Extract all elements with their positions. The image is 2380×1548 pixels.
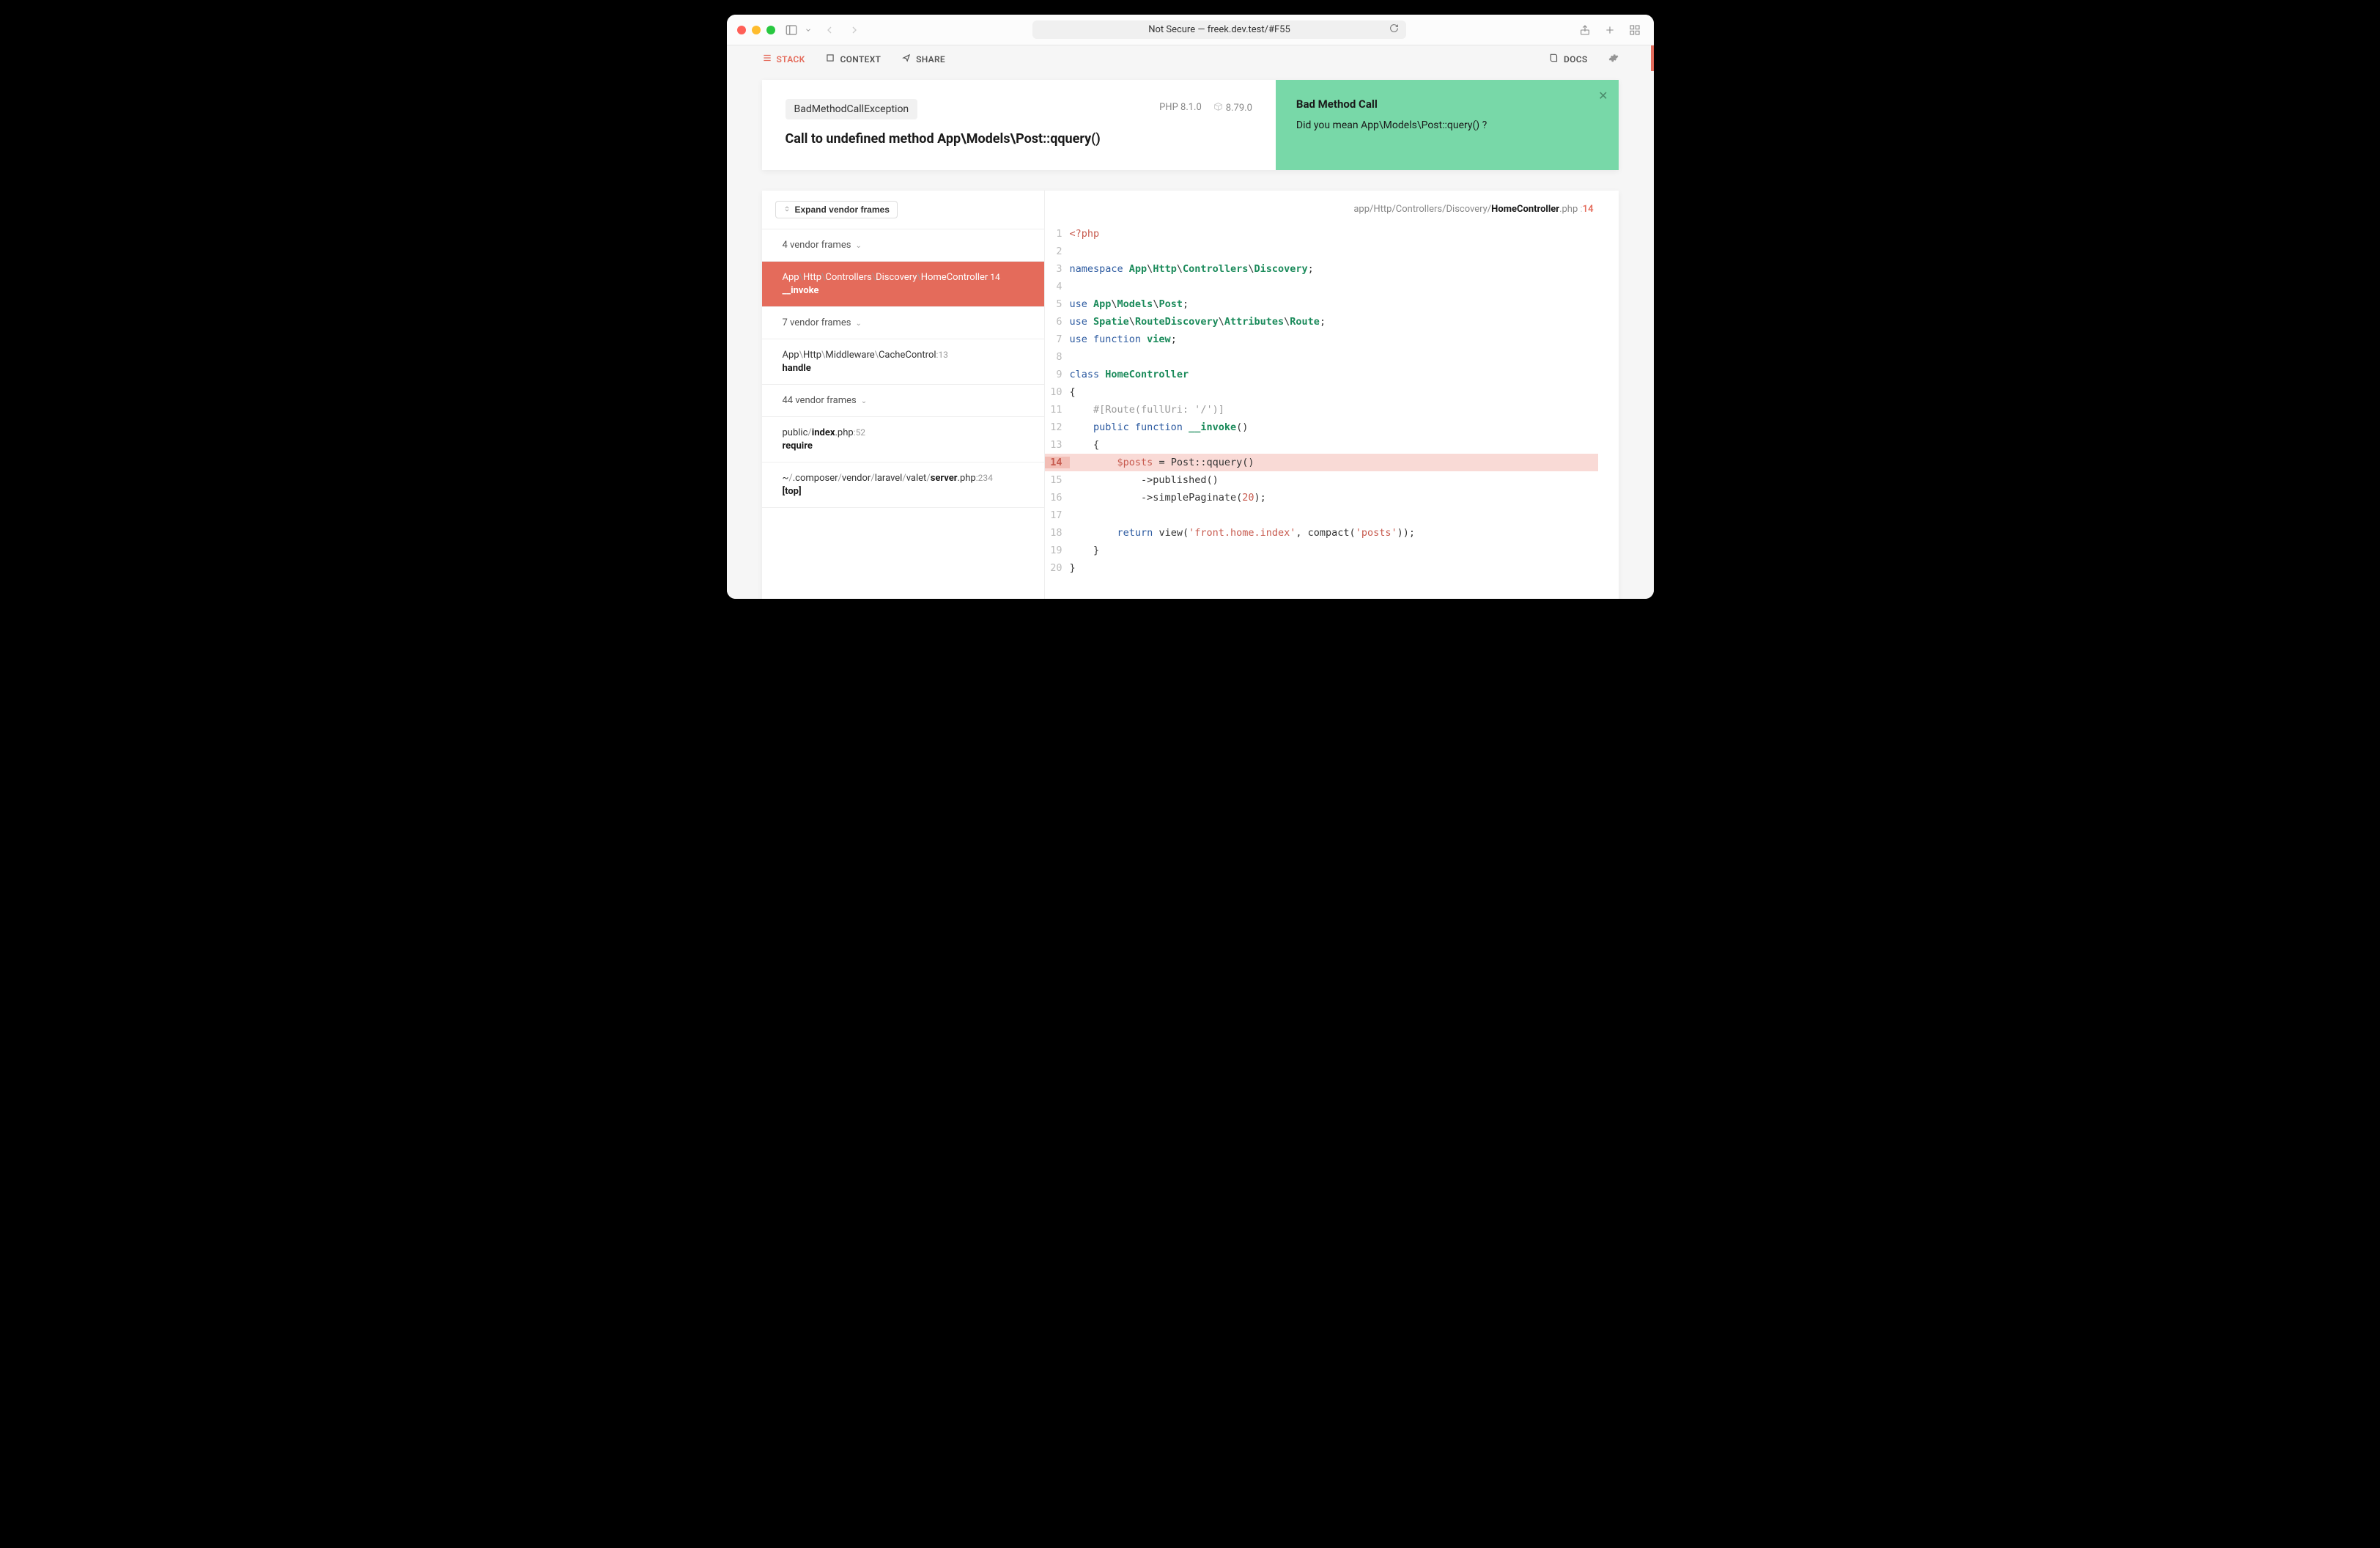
line-number: 16: [1045, 492, 1070, 504]
code-line: 15 ->published(): [1045, 471, 1598, 489]
line-number: 19: [1045, 545, 1070, 556]
minimize-window-button[interactable]: [752, 26, 761, 34]
address-text: Not Secure — freek.dev.test/#F55: [1148, 24, 1290, 35]
chevron-down-icon[interactable]: [803, 21, 813, 39]
reload-icon[interactable]: [1389, 23, 1399, 36]
code-column: app/Http/Controllers/Discovery/HomeContr…: [1045, 191, 1619, 599]
nav-context-tab[interactable]: CONTEXT: [825, 53, 881, 65]
code-line: 11 #[Route(fullUri: '/')]: [1045, 401, 1598, 419]
traffic-lights: [737, 26, 775, 34]
close-window-button[interactable]: [737, 26, 746, 34]
code-line: 10{: [1045, 383, 1598, 401]
address-bar[interactable]: Not Secure — freek.dev.test/#F55: [958, 21, 1481, 39]
solution-panel: ✕ Bad Method Call Did you mean App\Model…: [1276, 80, 1619, 170]
code-line: 6use Spatie\RouteDiscovery\Attributes\Ro…: [1045, 313, 1598, 331]
code-line: 17: [1045, 506, 1598, 524]
stack-frame[interactable]: ~/.composer/vendor/laravel/valet/server.…: [762, 462, 1044, 508]
expand-icon: [783, 204, 791, 215]
chevron-down-icon: ⌄: [855, 320, 861, 328]
ignition-nav: STACK CONTEXT SHARE DOCS: [727, 45, 1654, 73]
code-line: 1<?php: [1045, 225, 1598, 243]
php-version: PHP 8.1.0: [1159, 102, 1202, 114]
back-button[interactable]: [821, 21, 838, 39]
line-number: 4: [1045, 281, 1070, 292]
line-number: 18: [1045, 527, 1070, 539]
code-line: 13 {: [1045, 436, 1598, 454]
maximize-window-button[interactable]: [766, 26, 775, 34]
error-details: BadMethodCallException PHP 8.1.0 8.79.0 …: [762, 80, 1276, 170]
line-number: 14: [1045, 457, 1070, 468]
nav-share-tab[interactable]: SHARE: [901, 53, 945, 65]
code-line: 8: [1045, 348, 1598, 366]
line-number: 17: [1045, 509, 1070, 521]
code-line: 4: [1045, 278, 1598, 295]
page-content: STACK CONTEXT SHARE DOCS: [727, 45, 1654, 599]
code-line: 18 return view('front.home.index', compa…: [1045, 524, 1598, 542]
code-line: 9class HomeController: [1045, 366, 1598, 383]
forward-button[interactable]: [846, 21, 863, 39]
chevron-down-icon: ⌄: [861, 397, 867, 405]
code-line: 19 }: [1045, 542, 1598, 559]
tab-overview-icon[interactable]: [1626, 21, 1644, 39]
line-number: 13: [1045, 439, 1070, 451]
line-number: 1: [1045, 228, 1070, 240]
solution-title: Bad Method Call: [1296, 97, 1598, 111]
line-number: 7: [1045, 333, 1070, 345]
chevron-down-icon: ⌄: [855, 242, 861, 250]
line-number: 20: [1045, 562, 1070, 574]
frames-column: Expand vendor frames 4 vendor frames⌄App…: [762, 191, 1045, 599]
error-message: Call to undefined method App\Models\Post…: [786, 131, 1252, 147]
code-line: 3namespace App\Http\Controllers\Discover…: [1045, 260, 1598, 278]
code-line: 16 ->simplePaginate(20);: [1045, 489, 1598, 506]
context-icon: [825, 53, 835, 65]
stack-frame[interactable]: 7 vendor frames⌄: [762, 307, 1044, 339]
laravel-icon: [1213, 102, 1223, 114]
line-number: 11: [1045, 404, 1070, 416]
code-line: 2: [1045, 243, 1598, 260]
line-number: 5: [1045, 298, 1070, 310]
new-tab-icon[interactable]: [1601, 21, 1619, 39]
nav-docs-link[interactable]: DOCS: [1549, 53, 1587, 65]
nav-stack-tab[interactable]: STACK: [762, 53, 805, 65]
line-number: 2: [1045, 246, 1070, 257]
error-panel: BadMethodCallException PHP 8.1.0 8.79.0 …: [762, 80, 1619, 170]
expand-vendor-button[interactable]: Expand vendor frames: [775, 201, 898, 218]
gear-icon: [1608, 53, 1619, 65]
code-line: 5use App\Models\Post;: [1045, 295, 1598, 313]
runtime-meta: PHP 8.1.0 8.79.0: [1159, 102, 1252, 114]
stack-trace-panel: Expand vendor frames 4 vendor frames⌄App…: [762, 191, 1619, 599]
stack-frame[interactable]: 44 vendor frames⌄: [762, 385, 1044, 417]
code-listing: 1<?php 2 3namespace App\Http\Controllers\D…: [1045, 225, 1598, 577]
code-line: 12 public function __invoke(): [1045, 419, 1598, 436]
line-number: 3: [1045, 263, 1070, 275]
stack-frame[interactable]: public/index.php52require: [762, 417, 1044, 462]
code-line: 20}: [1045, 559, 1598, 577]
code-line: 14 $posts = Post::qquery(): [1045, 454, 1598, 471]
exception-class: BadMethodCallException: [786, 99, 918, 119]
scroll-position-marker: [1651, 45, 1654, 71]
line-number: 6: [1045, 316, 1070, 328]
line-number: 15: [1045, 474, 1070, 486]
laravel-version: 8.79.0: [1213, 102, 1252, 114]
sidebar-toggle-icon[interactable]: [783, 21, 800, 39]
stack-icon: [762, 53, 772, 65]
browser-chrome: Not Secure — freek.dev.test/#F55: [727, 15, 1654, 45]
docs-icon: [1549, 53, 1559, 65]
share-icon[interactable]: [1576, 21, 1594, 39]
solution-body: Did you mean App\Models\Post::query() ?: [1296, 119, 1598, 131]
settings-button[interactable]: [1608, 53, 1619, 65]
stack-frame[interactable]: App\Http\Controllers\Discovery\HomeContr…: [762, 262, 1044, 307]
stack-frame[interactable]: 4 vendor frames⌄: [762, 229, 1044, 262]
line-number: 12: [1045, 421, 1070, 433]
file-path: app/Http/Controllers/Discovery/HomeContr…: [1045, 204, 1598, 215]
code-line: 7use function view;: [1045, 331, 1598, 348]
close-icon[interactable]: ✕: [1598, 89, 1608, 103]
stack-frame[interactable]: App\Http\Middleware\CacheControl13handle: [762, 339, 1044, 385]
share-nav-icon: [901, 53, 912, 65]
line-number: 10: [1045, 386, 1070, 398]
line-number: 8: [1045, 351, 1070, 363]
browser-window: Not Secure — freek.dev.test/#F55 STACK: [727, 15, 1654, 599]
line-number: 9: [1045, 369, 1070, 380]
